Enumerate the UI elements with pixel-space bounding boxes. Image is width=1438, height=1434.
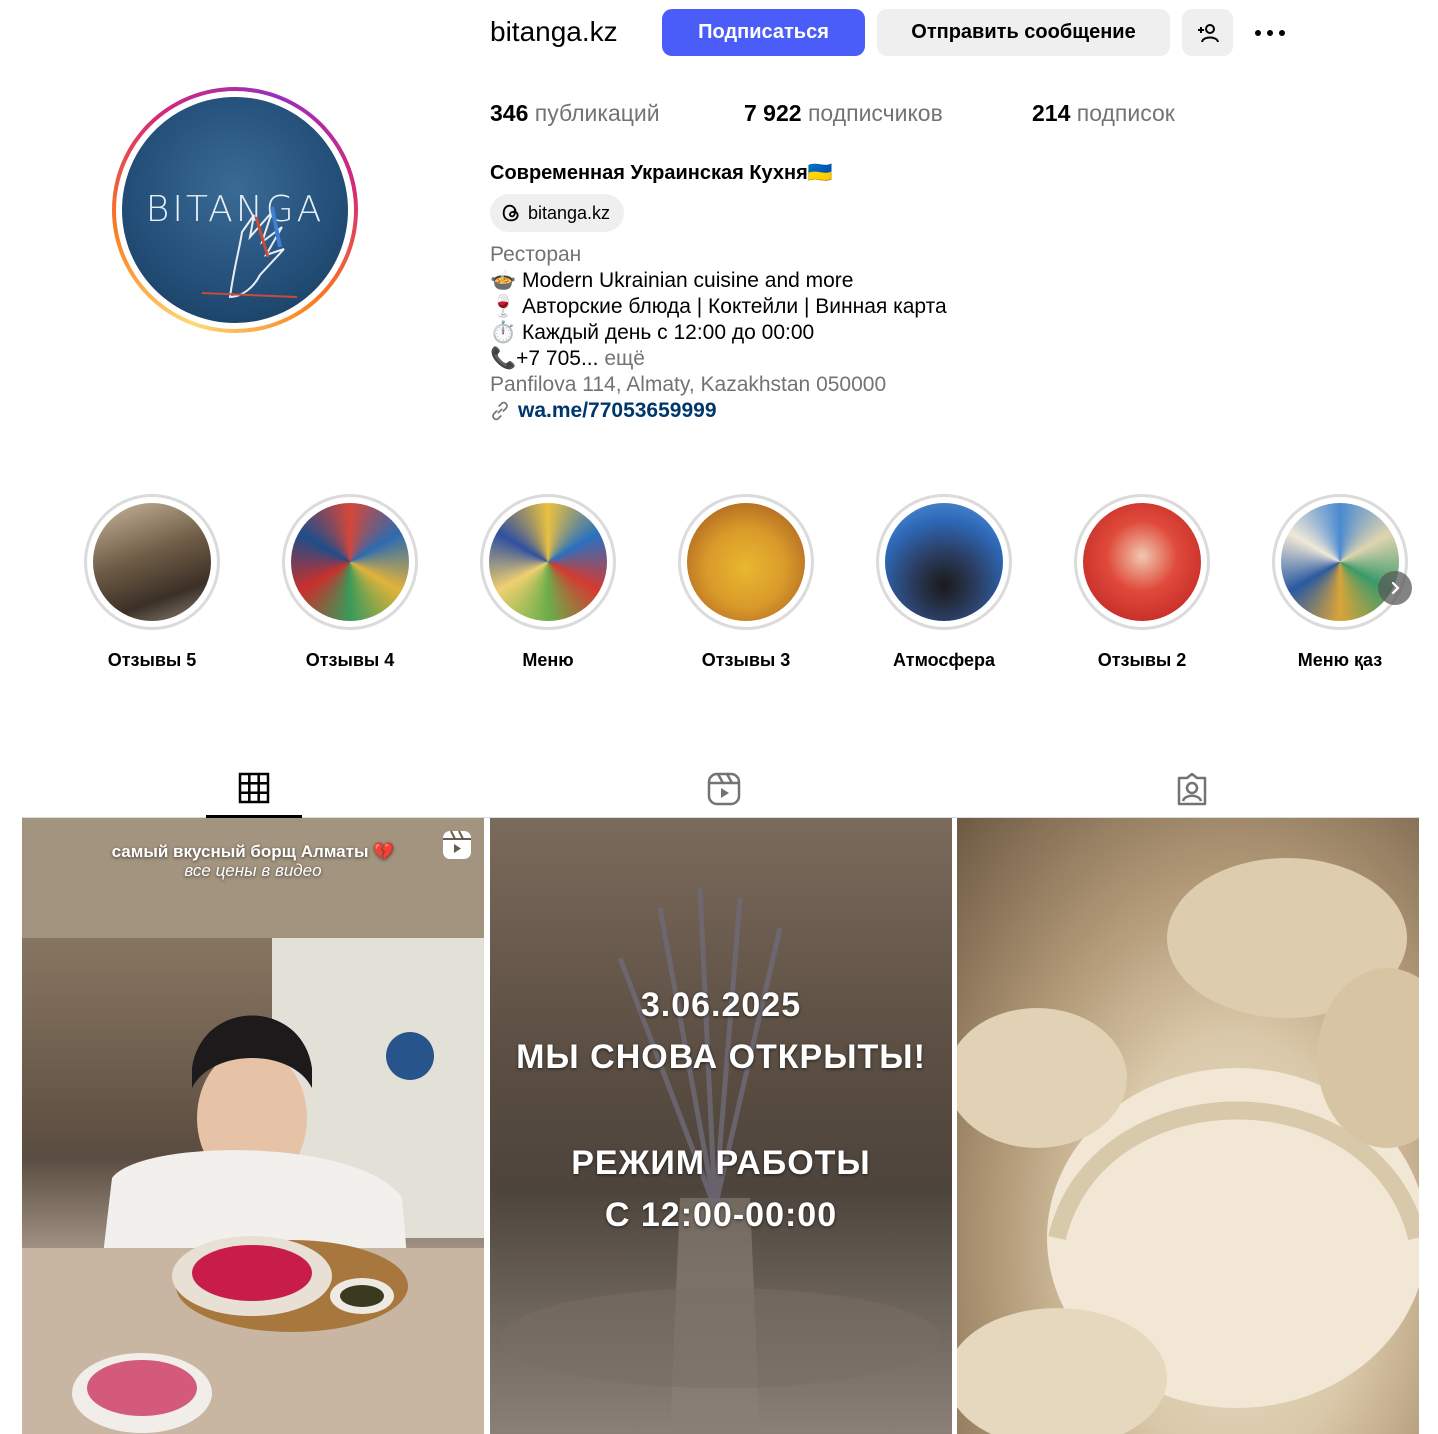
tab-reels[interactable] [676,760,772,818]
post-photo-borscht [22,818,484,1434]
post-tile[interactable]: самый вкусный борщ Алматы 💔 все цены в в… [22,818,484,1434]
reels-icon [707,772,741,806]
threads-badge[interactable]: bitanga.kz [490,194,625,232]
highlight-thumbnail [885,503,1003,621]
avatar-border: BITANGA [116,91,354,329]
highlight-ring [876,494,1012,630]
highlights-next-button[interactable] [1378,571,1412,605]
more-options-button[interactable] [1252,18,1288,48]
post-tile[interactable]: 3.06.2025 МЫ СНОВА ОТКРЫТЫ! РЕЖИМ РАБОТЫ… [490,818,952,1434]
stat-posts: 346 публикаций [490,100,660,127]
category-label: Ресторан [490,243,582,266]
hand-logo-icon [201,206,298,299]
post-tile[interactable] [957,818,1419,1434]
website-url: wa.me/77053659999 [518,399,717,422]
threads-icon [502,204,519,222]
post-hours-text: С 12:00-00:00 [604,1196,838,1234]
bio: Ресторан 🍲 Modern Ukrainian cuisine and … [490,242,947,424]
post-caption-title: самый вкусный борщ Алматы 💔 [111,842,395,861]
highlight-item[interactable]: Отзывы 5 [82,494,222,671]
highlight-thumbnail [93,503,211,621]
followers-count: 7 922 [744,100,802,126]
following-label: подписок [1076,100,1175,126]
reel-icon [443,830,471,859]
highlight-item[interactable]: Отзывы 4 [280,494,420,671]
highlight-thumbnail [1083,503,1201,621]
highlight-label: Отзывы 3 [701,650,791,670]
address-link[interactable]: Panfilova 114, Almaty, Kazakhstan 050000 [490,372,947,398]
highlight-label: Отзывы 5 [107,650,197,670]
posts-label: публикаций [534,100,660,126]
avatar[interactable]: BITANGA [122,97,348,323]
post-caption-subtitle: все цены в видео [184,861,322,880]
highlight-ring [84,494,220,630]
highlight-label: Отзывы 4 [305,650,395,670]
website-link[interactable]: wa.me/77053659999 [490,398,947,424]
story-highlights: Отзывы 5 Отзывы 4 Меню Отзывы 3 Атмосфер… [80,494,1420,674]
tab-tagged[interactable] [1144,760,1240,818]
highlight-item[interactable]: Отзывы 3 [676,494,816,671]
send-message-button[interactable]: Отправить сообщение [877,9,1170,56]
username: bitanga.kz [490,16,618,47]
stat-following[interactable]: 214 подписок [1032,100,1175,127]
bio-line: 🍷 Авторские блюда | Коктейли | Винная ка… [490,295,947,318]
grid-icon [238,772,270,803]
highlight-thumbnail [1281,503,1399,621]
stat-followers[interactable]: 7 922 подписчиков [744,100,943,127]
following-count: 214 [1032,100,1071,126]
tab-posts[interactable] [206,760,302,818]
post-headline-text: МЫ СНОВА ОТКРЫТЫ! [516,1038,926,1076]
highlight-ring [1074,494,1210,630]
phone-text: 📞+7 705... [490,347,599,370]
bio-line: 🍲 Modern Ukrainian cuisine and more [490,269,854,292]
add-person-icon [1197,23,1219,42]
highlight-item[interactable]: Отзывы 2 [1072,494,1212,671]
highlight-ring [678,494,814,630]
highlight-ring [1272,494,1408,630]
more-dots-icon [1255,30,1285,36]
highlight-thumbnail [489,503,607,621]
highlight-label: Меню қаз [1297,650,1383,670]
suggest-user-button[interactable] [1182,9,1233,56]
highlight-label: Меню [522,650,574,670]
post-mode-text: РЕЖИМ РАБОТЫ [571,1144,871,1182]
follow-button[interactable]: Подписаться [662,9,865,56]
highlight-item[interactable]: Атмосфера [874,494,1014,671]
profile-full-name: Современная Украинская Кухня🇺🇦 [490,162,833,184]
bio-line-phone: 📞+7 705... ещё [490,346,947,372]
highlight-ring [480,494,616,630]
tagged-icon [1177,772,1207,806]
link-icon [492,401,508,421]
highlight-label: Отзывы 2 [1097,650,1187,670]
chevron-right-icon [1391,581,1400,595]
highlight-item[interactable]: Меню [478,494,618,671]
post-photo-dumplings [957,858,1419,1434]
more-link[interactable]: ещё [604,347,645,370]
highlight-thumbnail [687,503,805,621]
highlight-label: Атмосфера [893,650,995,670]
post-date-text: 3.06.2025 [640,986,802,1024]
profile-tabs [22,760,1420,818]
highlight-thumbnail [291,503,409,621]
bio-line: ⏱️ Каждый день с 12:00 до 00:00 [490,321,815,344]
threads-handle: bitanga.kz [528,202,611,223]
posts-count: 346 [490,100,529,126]
post-photo-lavender [501,887,941,1434]
highlight-ring [282,494,418,630]
profile-avatar-ring[interactable]: BITANGA [112,87,358,333]
followers-label: подписчиков [807,100,943,126]
